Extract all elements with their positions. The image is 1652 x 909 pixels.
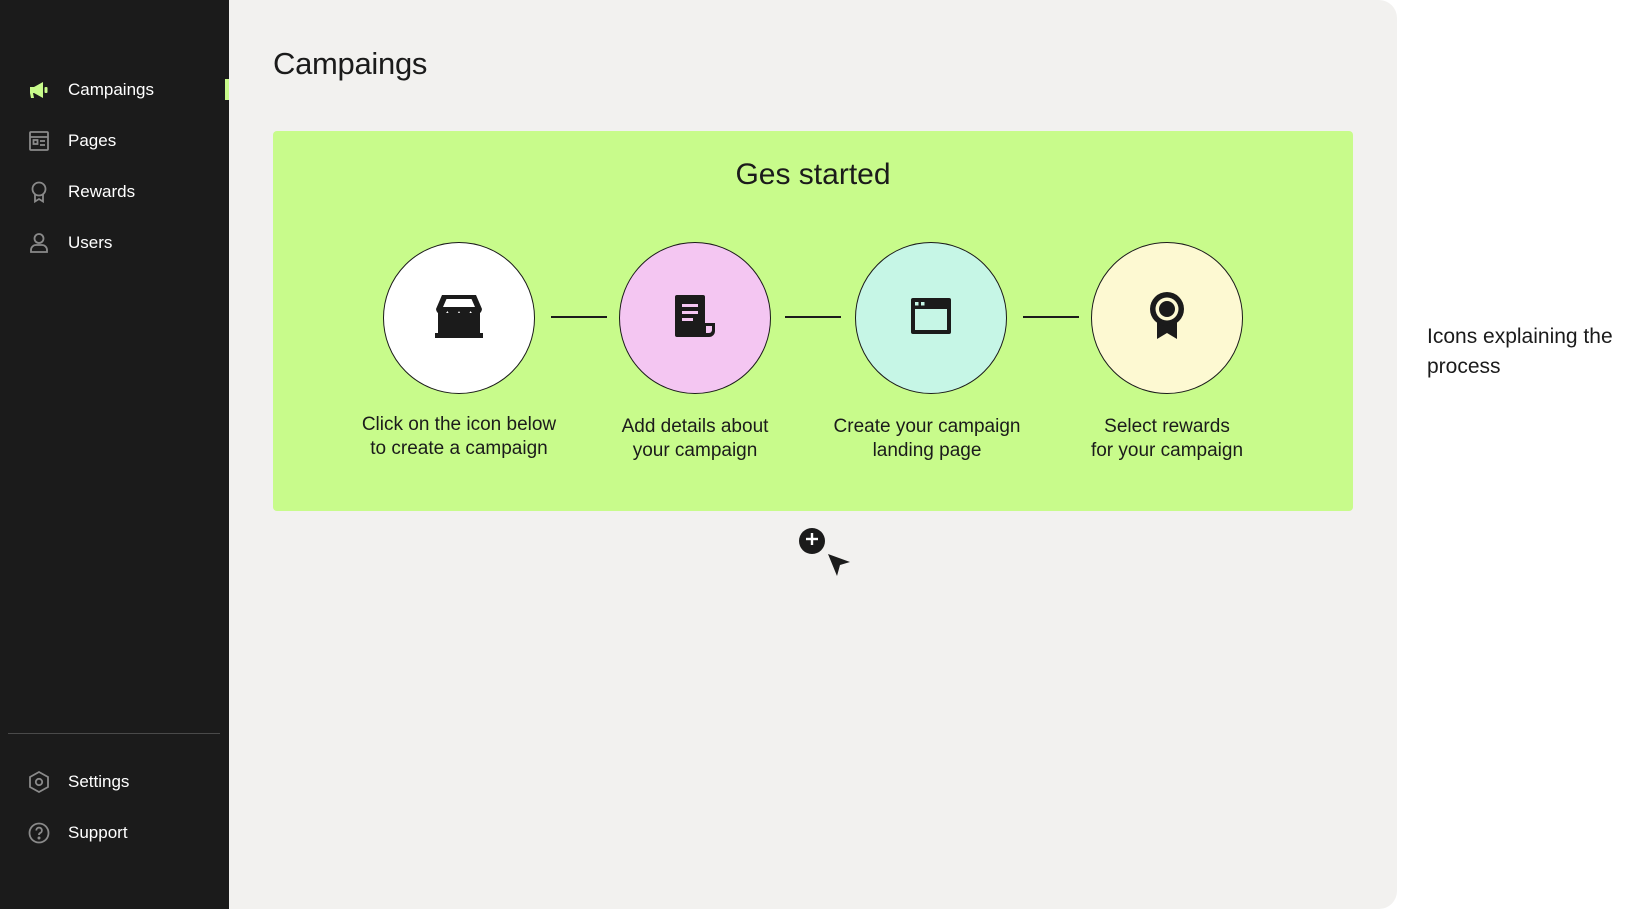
- panel-title: Ges started: [735, 158, 891, 191]
- award-ribbon-icon: [1147, 291, 1187, 346]
- settings-icon: [27, 770, 51, 794]
- step-create-campaign[interactable]: [383, 242, 535, 394]
- step-connector: [551, 316, 607, 318]
- step-label-line: Add details about: [621, 416, 769, 437]
- storefront-icon: [434, 293, 484, 344]
- sidebar-item-users[interactable]: Users: [0, 217, 229, 268]
- sidebar-divider: [8, 733, 220, 734]
- sidebar-item-settings[interactable]: Settings: [0, 756, 229, 807]
- receipt-icon: [673, 293, 717, 344]
- step-label-line: Select rewards: [1104, 416, 1230, 437]
- page-icon: [27, 129, 51, 153]
- sidebar-item-support[interactable]: Support: [0, 807, 229, 858]
- award-icon: [27, 180, 51, 204]
- sidebar-item-label: Campaings: [68, 79, 154, 99]
- step-connector: [1023, 316, 1079, 318]
- sidebar-item-campaings[interactable]: Campaings: [0, 64, 229, 115]
- annotation-note: Icons explaining the process: [1427, 322, 1647, 382]
- step-label-select-rewards: Select rewards for your campaign: [1047, 415, 1287, 463]
- sidebar-item-label: Users: [68, 232, 113, 252]
- step-add-details[interactable]: [619, 242, 771, 394]
- step-connector: [785, 316, 841, 318]
- step-label-line: landing page: [872, 440, 982, 461]
- help-icon: [27, 821, 51, 845]
- step-label-line: to create a campaign: [370, 438, 548, 459]
- sidebar-item-label: Rewards: [68, 181, 136, 201]
- sidebar-item-rewards[interactable]: Rewards: [0, 166, 229, 217]
- step-select-rewards[interactable]: [1091, 242, 1243, 394]
- step-label-line: Click on the icon below: [361, 414, 557, 435]
- sidebar-item-label: Settings: [68, 771, 130, 791]
- add-campaign-button[interactable]: [799, 528, 825, 554]
- sidebar-item-label: Pages: [68, 130, 117, 150]
- step-label-create-campaign: Click on the icon below to create a camp…: [339, 413, 579, 461]
- step-label-landing-page: Create your campaign landing page: [807, 415, 1047, 463]
- sidebar-item-pages[interactable]: Pages: [0, 115, 229, 166]
- step-label-line: Create your campaign: [833, 416, 1021, 437]
- mouse-cursor-icon: [826, 552, 852, 578]
- step-label-line: for your campaign: [1090, 440, 1244, 461]
- page-title: Campaings: [273, 46, 428, 81]
- user-icon: [27, 231, 51, 255]
- step-landing-page[interactable]: [855, 242, 1007, 394]
- sidebar-item-label: Support: [68, 822, 128, 842]
- sidebar-bottom-nav: Settings Support: [0, 756, 229, 858]
- step-label-line: your campaign: [632, 440, 758, 461]
- megaphone-icon: [27, 78, 51, 102]
- plus-icon: [805, 532, 819, 551]
- annotation-line: process: [1427, 355, 1501, 378]
- step-label-add-details: Add details about your campaign: [575, 415, 815, 463]
- get-started-panel: Ges started Click on the icon below to c…: [273, 131, 1353, 511]
- main-content: Campaings Ges started Click on the icon …: [229, 0, 1397, 909]
- annotation-line: Icons explaining the: [1427, 325, 1613, 348]
- browser-window-icon: [909, 296, 953, 341]
- sidebar: Campaings Pages Rewards Users Settings S…: [0, 0, 229, 909]
- sidebar-nav: Campaings Pages Rewards Users: [0, 64, 229, 268]
